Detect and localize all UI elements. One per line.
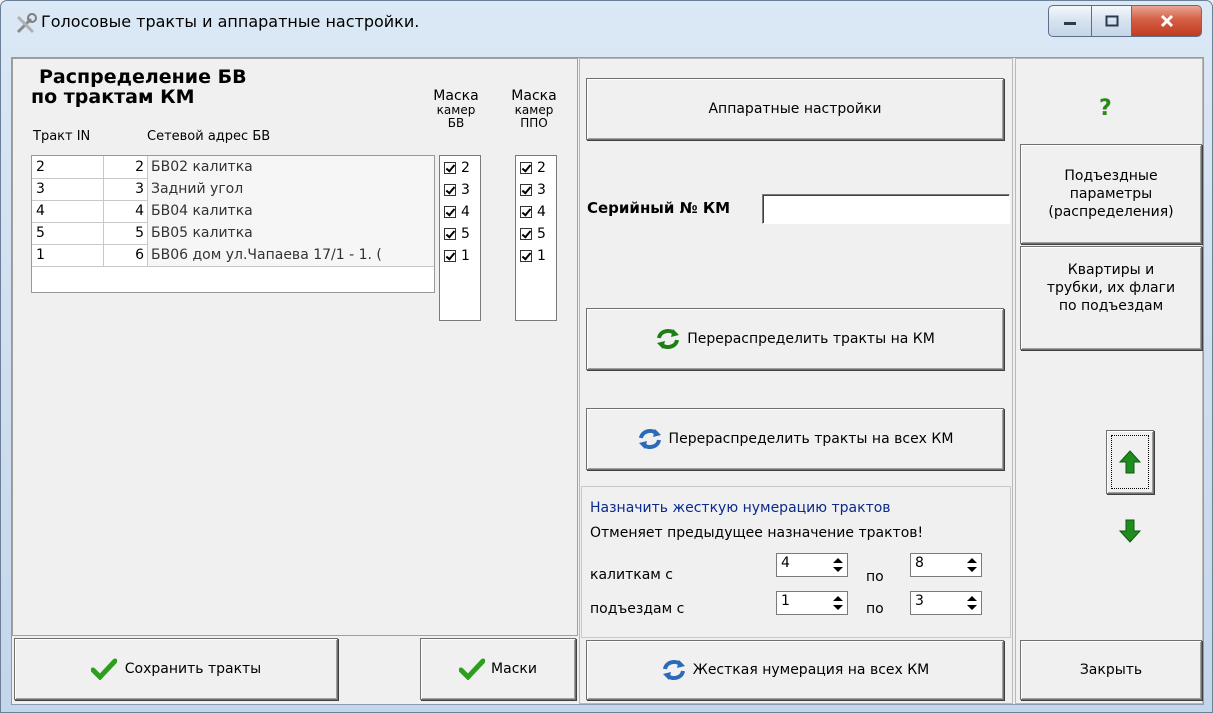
mask-bv-checkbox[interactable]: 2 — [444, 157, 470, 179]
tools-icon — [16, 13, 37, 34]
arrow-down-icon — [1119, 519, 1141, 543]
arrow-up-icon — [1119, 450, 1141, 474]
tracts-grid: 2 2 БВ02 калитка 3 3 Задний угол 4 4 БВ0… — [31, 155, 435, 293]
move-up-button[interactable] — [1106, 430, 1154, 494]
checkbox-checked-icon — [520, 228, 532, 240]
maximize-icon — [1105, 15, 1118, 27]
redistribute-all-button[interactable]: Перераспределить тракты на всех КМ — [586, 408, 1004, 470]
mask-ppo-list: 2 3 4 5 1 — [515, 155, 557, 321]
close-button[interactable]: Закрыть — [1020, 640, 1202, 700]
refresh-icon — [657, 329, 680, 349]
close-window-button[interactable] — [1132, 5, 1202, 37]
title-bar: Голосовые тракты и аппаратные настройки. — [1, 1, 1212, 57]
cell-trakt[interactable]: 3 — [32, 178, 104, 200]
hard-numbering-button[interactable]: Жесткая нумерация на всех КМ — [586, 640, 1004, 700]
apartments-button[interactable]: Квартиры и трубки, их флаги по подъездам — [1020, 246, 1202, 350]
checkbox-checked-icon — [520, 162, 532, 174]
gates-from-spinner[interactable]: 4 — [776, 553, 848, 577]
checkbox-checked-icon — [444, 206, 456, 218]
refresh-icon — [662, 660, 685, 680]
client-area: Распределение БВ по трактам КМ Тракт IN … — [11, 57, 1204, 705]
serial-label: Серийный № КМ — [587, 199, 731, 217]
cell-num: 2 — [104, 156, 148, 178]
gates-label: калиткам с — [590, 567, 673, 583]
cell-address: БВ02 калитка — [148, 156, 434, 178]
redistribute-button[interactable]: Перераспределить тракты на КМ — [586, 308, 1004, 370]
gates-to-label: по — [866, 569, 884, 585]
distribution-panel: Распределение БВ по трактам КМ Тракт IN … — [12, 58, 578, 636]
mask-ppo-checkbox[interactable]: 1 — [520, 245, 546, 267]
hardware-settings-button[interactable]: Аппаратные настройки — [586, 78, 1004, 140]
mask-bv-list: 2 3 4 5 1 — [439, 155, 481, 321]
checkbox-checked-icon — [520, 206, 532, 218]
cell-trakt[interactable]: 1 — [32, 244, 104, 266]
mask-bv-checkbox[interactable]: 1 — [444, 245, 470, 267]
cell-address: БВ06 дом ул.Чапаева 17/1 - 1. ( — [148, 244, 434, 266]
table-row[interactable]: 2 2 БВ02 калитка — [32, 156, 434, 179]
spin-arrows-icon — [833, 596, 843, 610]
checkbox-checked-icon — [444, 250, 456, 262]
hard-numbering-title: Назначить жесткую нумерацию трактов — [590, 500, 891, 516]
heading-line1: Распределение БВ — [39, 66, 247, 88]
table-row[interactable]: 3 3 Задний угол — [32, 178, 434, 201]
mask-bv-checkbox[interactable]: 5 — [444, 223, 470, 245]
spin-arrows-icon — [967, 596, 977, 610]
cell-num: 5 — [104, 222, 148, 244]
window-title: Голосовые тракты и аппаратные настройки. — [41, 12, 420, 31]
table-row[interactable]: 1 6 БВ06 дом ул.Чапаева 17/1 - 1. ( — [32, 244, 434, 267]
app-window: Голосовые тракты и аппаратные настройки.… — [0, 0, 1213, 713]
entrances-to-label: по — [866, 601, 884, 617]
mask-ppo-checkbox[interactable]: 3 — [520, 179, 546, 201]
cell-num: 4 — [104, 200, 148, 222]
move-down-button[interactable] — [1106, 498, 1154, 564]
checkbox-checked-icon — [444, 162, 456, 174]
spin-arrows-icon — [967, 558, 977, 572]
col-address: Сетевой адрес БВ — [147, 129, 271, 144]
spin-arrows-icon — [833, 558, 843, 572]
entrances-from-spinner[interactable]: 1 — [776, 591, 848, 615]
table-row[interactable]: 4 4 БВ04 калитка — [32, 200, 434, 223]
hard-numbering-note: Отменяет предыдущее назначение трактов! — [590, 525, 924, 541]
cell-trakt[interactable]: 4 — [32, 200, 104, 222]
entrances-label: подъездам с — [590, 601, 685, 617]
checkbox-checked-icon — [444, 184, 456, 196]
entrance-params-button[interactable]: Подъездные параметры (распределения) — [1020, 144, 1202, 244]
refresh-icon — [638, 429, 661, 449]
cell-num: 6 — [104, 244, 148, 266]
checkmark-icon — [90, 658, 117, 680]
mask-ppo-checkbox[interactable]: 4 — [520, 201, 546, 223]
cell-trakt[interactable]: 2 — [32, 156, 104, 178]
save-tracts-button[interactable]: Сохранить тракты — [14, 638, 338, 700]
mask-ppo-checkbox[interactable]: 2 — [520, 157, 546, 179]
mask-ppo-header: Маска камер ППО — [511, 88, 557, 130]
mask-ppo-checkbox[interactable]: 5 — [520, 223, 546, 245]
heading-line2: по трактам КМ — [31, 86, 195, 108]
cell-address: Задний угол — [148, 178, 434, 200]
masks-button[interactable]: Маски — [420, 638, 576, 700]
checkbox-checked-icon — [444, 228, 456, 240]
help-icon[interactable]: ? — [1099, 96, 1112, 121]
mask-bv-header: Маска камер БВ — [433, 88, 479, 130]
gates-to-spinner[interactable]: 8 — [910, 553, 982, 577]
col-trakt-in: Тракт IN — [33, 129, 91, 144]
entrances-to-spinner[interactable]: 3 — [910, 591, 982, 615]
cell-num: 3 — [104, 178, 148, 200]
checkmark-icon — [459, 658, 486, 680]
maximize-button[interactable] — [1092, 5, 1132, 37]
mask-bv-checkbox[interactable]: 4 — [444, 201, 470, 223]
mask-bv-checkbox[interactable]: 3 — [444, 179, 470, 201]
minimize-button[interactable] — [1048, 5, 1092, 37]
checkbox-checked-icon — [520, 184, 532, 196]
close-icon — [1160, 14, 1173, 28]
cell-address: БВ05 калитка — [148, 222, 434, 244]
hard-numbering-group: Назначить жесткую нумерацию трактов Отме… — [581, 486, 1011, 638]
minimize-icon — [1064, 22, 1076, 25]
cell-trakt[interactable]: 5 — [32, 222, 104, 244]
serial-input[interactable] — [762, 194, 1010, 224]
cell-address: БВ04 калитка — [148, 200, 434, 222]
table-row[interactable]: 5 5 БВ05 калитка — [32, 222, 434, 245]
checkbox-checked-icon — [520, 250, 532, 262]
